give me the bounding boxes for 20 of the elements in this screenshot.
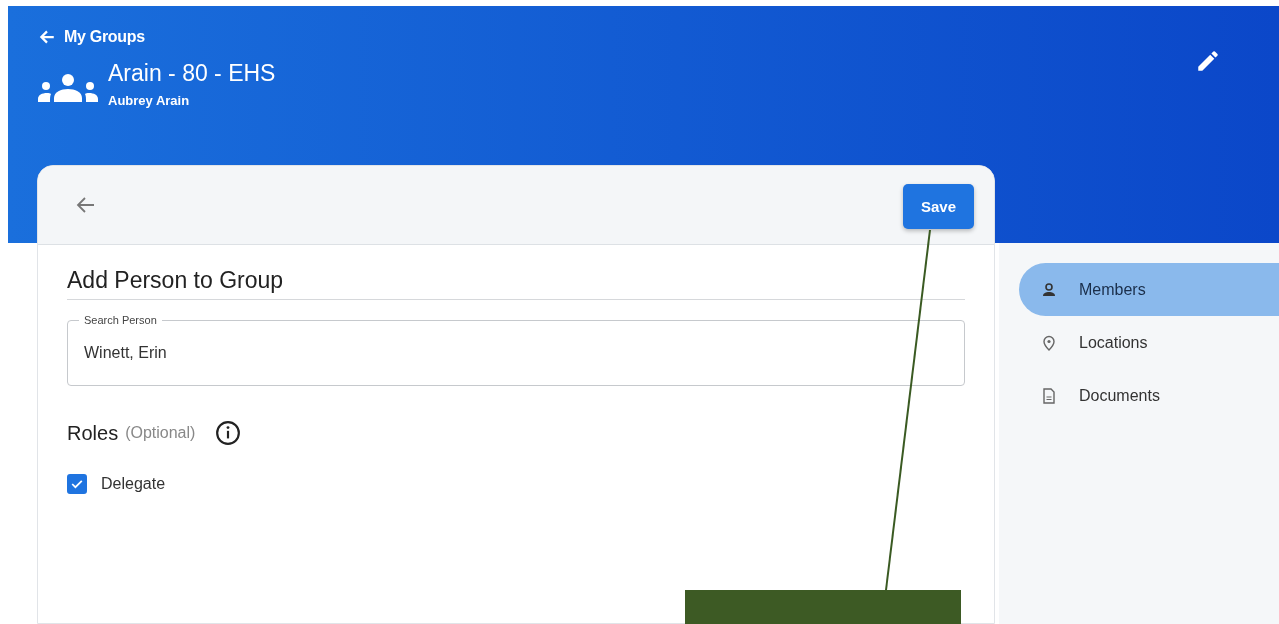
location-pin-icon	[1041, 334, 1057, 351]
document-icon	[1041, 387, 1057, 404]
role-label: Delegate	[101, 475, 166, 493]
checkbox[interactable]	[67, 474, 87, 494]
arrow-left-icon	[38, 28, 56, 46]
group-owner: Aubrey Arain	[108, 93, 191, 108]
edit-icon[interactable]	[1195, 48, 1221, 74]
roles-title: Roles	[67, 421, 119, 445]
info-icon[interactable]	[215, 420, 242, 446]
sidebar-item[interactable]: Documents	[1019, 369, 1279, 422]
group-icon	[38, 72, 98, 104]
sidebar-item[interactable]: Members	[1019, 263, 1279, 316]
person-icon	[1041, 281, 1057, 298]
sidebar-item[interactable]: Locations	[1019, 316, 1279, 369]
back-link[interactable]: My Groups	[38, 28, 276, 46]
save-button[interactable]: Save	[902, 183, 974, 229]
optional-hint: (Optional)	[125, 424, 196, 442]
group-title: Arain - 80 - EHS	[108, 60, 276, 87]
search-person-field[interactable]: Search Person Winett, Erin	[67, 312, 965, 386]
form-heading: Add Person to Group	[67, 267, 965, 300]
